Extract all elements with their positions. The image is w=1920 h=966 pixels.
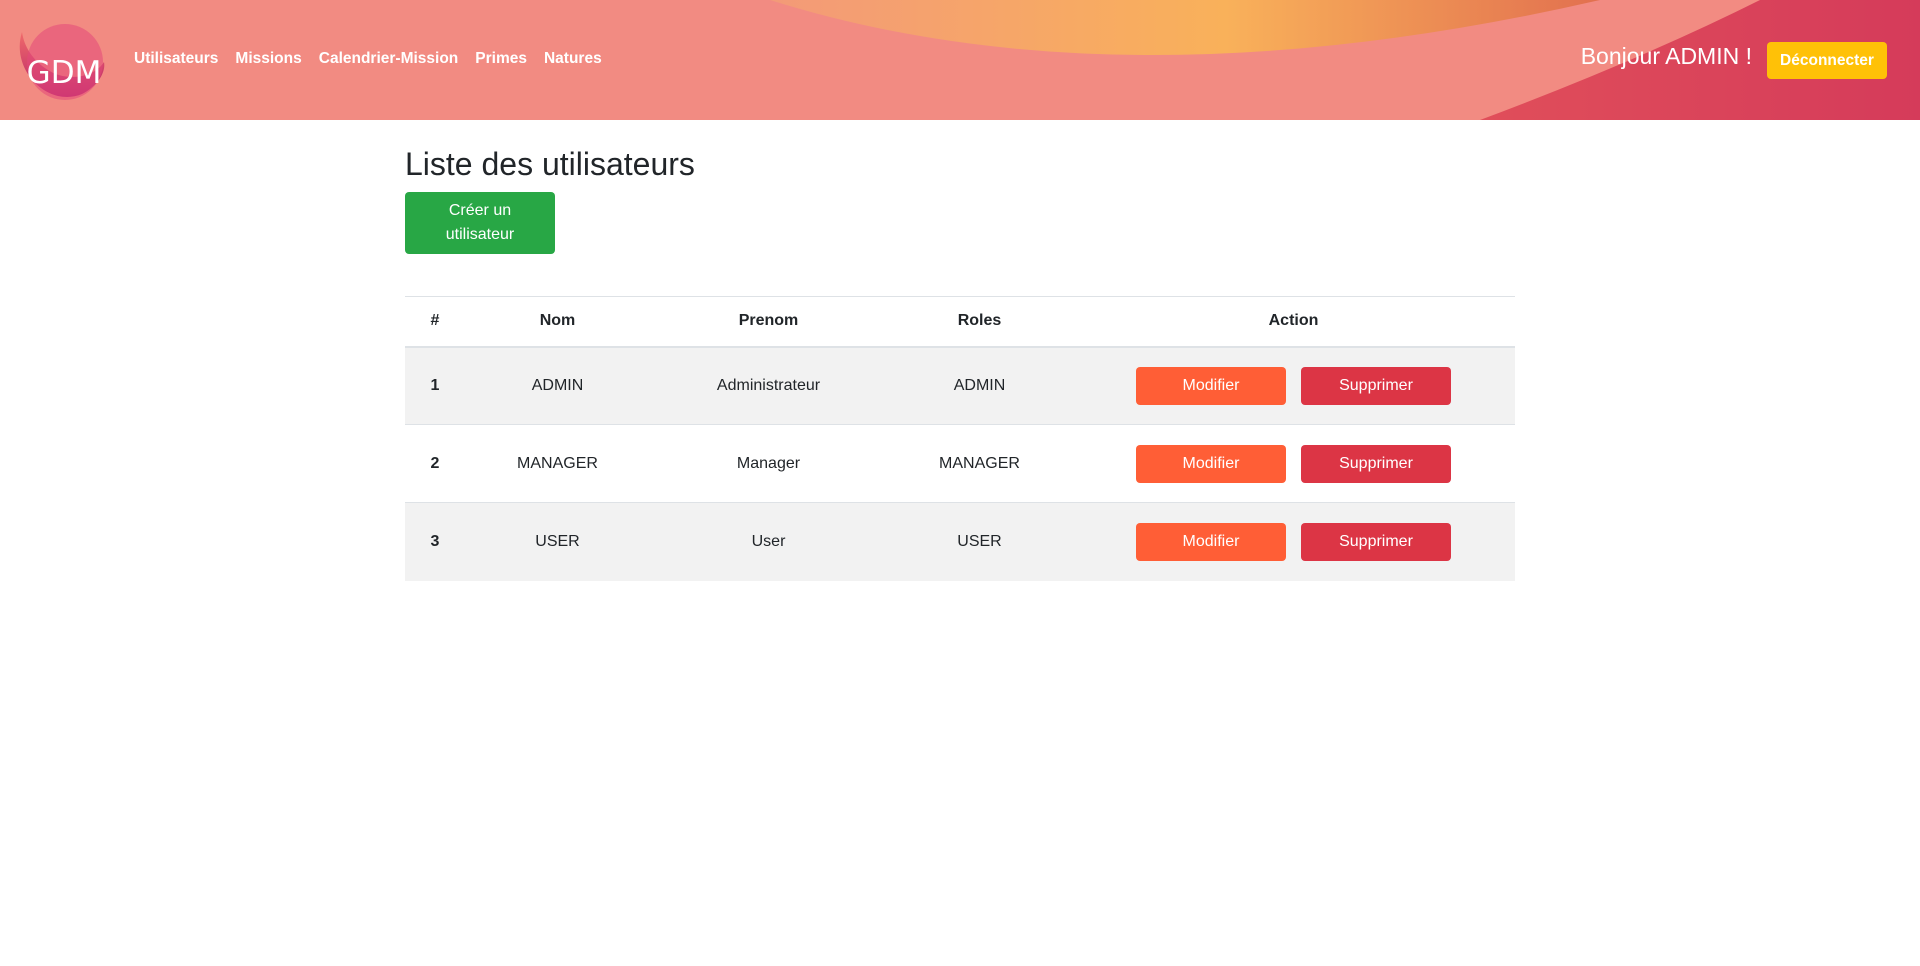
row-prenom: Manager	[650, 424, 887, 503]
nav-calendrier-mission[interactable]: Calendrier-Mission	[319, 50, 459, 68]
row-nom: USER	[465, 502, 650, 581]
delete-button[interactable]: Supprimer	[1301, 366, 1451, 405]
row-index: 3	[405, 502, 465, 581]
nav-missions[interactable]: Missions	[235, 50, 301, 68]
header-action: Action	[1072, 296, 1515, 348]
header-prenom: Prenom	[650, 296, 887, 348]
delete-button[interactable]: Supprimer	[1301, 444, 1451, 483]
row-actions: Modifier Supprimer	[1072, 424, 1515, 503]
header-roles: Roles	[887, 296, 1072, 348]
row-nom: ADMIN	[465, 346, 650, 425]
table-row: 3 USER User USER Modifier Supprimer	[405, 502, 1515, 581]
users-table-container: # Nom Prenom Roles Action 1 ADMIN Admini…	[405, 296, 1515, 581]
users-table: # Nom Prenom Roles Action 1 ADMIN Admini…	[405, 296, 1515, 581]
edit-button[interactable]: Modifier	[1136, 444, 1286, 483]
table-row: 2 MANAGER Manager MANAGER Modifier Suppr…	[405, 424, 1515, 503]
nav-primes[interactable]: Primes	[475, 50, 527, 68]
gdm-logo[interactable]: GDM	[18, 20, 110, 102]
edit-button[interactable]: Modifier	[1136, 522, 1286, 561]
row-action-group: Modifier Supprimer	[1072, 366, 1515, 405]
logo-text: GDM	[26, 55, 102, 91]
row-action-group: Modifier Supprimer	[1072, 444, 1515, 483]
logout-button[interactable]: Déconnecter	[1767, 42, 1887, 79]
row-actions: Modifier Supprimer	[1072, 502, 1515, 581]
row-index: 2	[405, 424, 465, 503]
row-action-group: Modifier Supprimer	[1072, 522, 1515, 561]
table-header-row: # Nom Prenom Roles Action	[405, 296, 1515, 348]
row-roles: ADMIN	[887, 346, 1072, 425]
row-nom: MANAGER	[465, 424, 650, 503]
row-index: 1	[405, 346, 465, 425]
top-navbar: GDM Utilisateurs Missions Calendrier-Mis…	[0, 0, 1920, 120]
nav-utilisateurs[interactable]: Utilisateurs	[134, 50, 218, 68]
row-roles: MANAGER	[887, 424, 1072, 503]
row-prenom: Administrateur	[650, 346, 887, 425]
nav-natures[interactable]: Natures	[544, 50, 602, 68]
header-nom: Nom	[465, 296, 650, 348]
table-row: 1 ADMIN Administrateur ADMIN Modifier Su…	[405, 346, 1515, 425]
create-user-button[interactable]: Créer un utilisateur	[405, 192, 555, 254]
row-actions: Modifier Supprimer	[1072, 346, 1515, 425]
header-index: #	[405, 296, 465, 348]
edit-button[interactable]: Modifier	[1136, 366, 1286, 405]
delete-button[interactable]: Supprimer	[1301, 522, 1451, 561]
row-prenom: User	[650, 502, 887, 581]
user-greeting: Bonjour ADMIN !	[1580, 43, 1752, 69]
page-title: Liste des utilisateurs	[405, 146, 695, 182]
main-nav: Utilisateurs Missions Calendrier-Mission…	[134, 50, 602, 68]
row-roles: USER	[887, 502, 1072, 581]
